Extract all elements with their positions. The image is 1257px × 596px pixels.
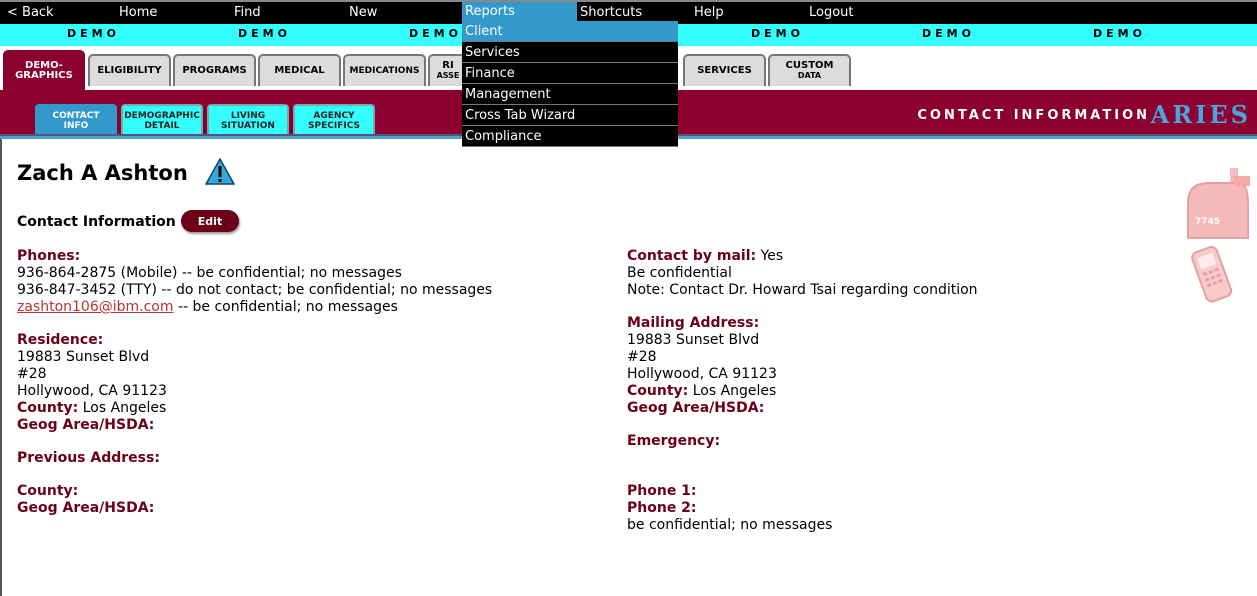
subtab-label: DETAIL	[144, 120, 180, 131]
mailbox-number: 7745	[1195, 217, 1220, 227]
subtab-label: AGENCY	[313, 110, 355, 121]
tab-services[interactable]: SERVICES	[683, 54, 766, 86]
residence-line-3: Hollywood, CA 91123	[17, 383, 167, 399]
email-row: zashton106@ibm.com -- be confidential; n…	[17, 299, 492, 316]
subtab-label: SPECIFICS	[308, 120, 360, 131]
contact-information-label: Contact Information	[17, 214, 176, 230]
dropdown-item-management[interactable]: Management	[462, 84, 678, 105]
tab-label: CUSTOM	[785, 60, 834, 71]
dropdown-item-compliance[interactable]: Compliance	[462, 126, 678, 147]
tab-medical[interactable]: MEDICAL	[258, 54, 341, 86]
subtab-demographic-detail[interactable]: DEMOGRAPHIC DETAIL	[121, 104, 203, 135]
new-link[interactable]: New	[349, 5, 377, 20]
tab-label: MEDICAL	[274, 65, 325, 76]
mailing-county-label: County:	[627, 383, 689, 399]
previous-county-label: County:	[17, 483, 79, 499]
mailing-line-1: 19883 Sunset Blvd	[627, 332, 760, 348]
reports-dropdown: Client Services Finance Management Cross…	[462, 21, 678, 147]
tab-label: GRAPHICS	[15, 70, 73, 81]
reports-menu[interactable]: Reports	[462, 2, 577, 23]
tab-label: MEDICATIONS	[349, 66, 420, 76]
emergency-label: Emergency:	[627, 433, 721, 449]
aries-logo: ARIES	[1150, 100, 1251, 129]
back-link[interactable]: < Back	[7, 5, 54, 20]
logout-link[interactable]: Logout	[809, 5, 854, 20]
dropdown-item-finance[interactable]: Finance	[462, 63, 678, 84]
demo-label: DEMO	[1093, 27, 1146, 40]
residence-line-1: 19883 Sunset Blvd	[17, 349, 150, 365]
emergency-phone-1-label: Phone 1:	[627, 483, 697, 499]
tab-label: RI	[442, 60, 454, 71]
help-link[interactable]: Help	[694, 5, 724, 20]
tab-label: SERVICES	[697, 65, 752, 76]
tab-label: PROGRAMS	[182, 65, 247, 76]
phones-label: Phones:	[17, 248, 81, 264]
mailing-county-row: County: Los Angeles	[627, 383, 978, 400]
mailing-geog-label: Geog Area/HSDA:	[627, 400, 765, 416]
demo-label: DEMO	[751, 27, 804, 40]
county-row: County: Los Angeles	[17, 400, 492, 417]
geog-label: Geog Area/HSDA:	[17, 417, 155, 433]
tab-demographics[interactable]: DEMO- GRAPHICS	[3, 50, 85, 90]
tab-programs[interactable]: PROGRAMS	[173, 54, 256, 86]
subtab-label: CONTACT	[52, 110, 100, 121]
dropdown-item-client[interactable]: Client	[462, 21, 678, 42]
demo-label: DEMO	[238, 27, 291, 40]
demo-label: DEMO	[922, 27, 975, 40]
dropdown-item-cross-tab-wizard[interactable]: Cross Tab Wizard	[462, 105, 678, 126]
contact-by-mail-row: Contact by mail: Yes	[627, 248, 978, 265]
previous-geog-label: Geog Area/HSDA:	[17, 500, 155, 516]
tab-label: DATA	[797, 71, 822, 80]
residence-label: Residence:	[17, 332, 104, 348]
subtab-agency-specifics[interactable]: AGENCY SPECIFICS	[293, 104, 375, 135]
subtab-label: SITUATION	[221, 120, 275, 131]
tab-eligibility[interactable]: ELIGIBILITY	[88, 54, 171, 86]
client-name: Zach A Ashton	[17, 161, 188, 185]
emergency-phone-2-label: Phone 2:	[627, 500, 697, 516]
mailing-line-2: #28	[627, 349, 657, 365]
demo-label: DEMO	[67, 27, 120, 40]
phone-2: 936-847-3452 (TTY) -- do not contact; be…	[17, 282, 493, 298]
home-link[interactable]: Home	[119, 5, 157, 20]
tab-label: ELIGIBILITY	[97, 65, 162, 76]
mailing-county-value: Los Angeles	[688, 383, 777, 399]
find-link[interactable]: Find	[234, 5, 261, 20]
section-title: CONTACT INFORMATION	[917, 108, 1150, 123]
email-note: -- be confidential; no messages	[173, 299, 398, 315]
subtab-label: DEMOGRAPHIC	[124, 110, 200, 121]
left-contact-column: Phones: 936-864-2875 (Mobile) -- be conf…	[17, 248, 492, 517]
county-value: Los Angeles	[78, 400, 167, 416]
email-link[interactable]: zashton106@ibm.com	[17, 299, 174, 315]
subtab-contact-info[interactable]: CONTACT INFO	[35, 104, 117, 135]
subtab-label: INFO	[63, 120, 89, 131]
edit-button[interactable]: Edit	[181, 210, 239, 232]
right-contact-column: Contact by mail: Yes Be confidential Not…	[627, 248, 978, 534]
contact-note: Note: Contact Dr. Howard Tsai regarding …	[627, 282, 978, 298]
reports-label: Reports	[465, 4, 515, 19]
contact-by-mail-value: Yes	[756, 248, 784, 264]
mailing-address-label: Mailing Address:	[627, 315, 760, 331]
phone-1: 936-864-2875 (Mobile) -- be confidential…	[17, 265, 402, 281]
tab-medications[interactable]: MEDICATIONS	[343, 54, 426, 86]
residence-line-2: #28	[17, 366, 47, 382]
tab-custom-data[interactable]: CUSTOM DATA	[768, 54, 851, 86]
contact-by-mail-label: Contact by mail:	[627, 248, 757, 264]
dropdown-item-services[interactable]: Services	[462, 42, 678, 63]
mailbox-phone-icon: 7745	[1168, 158, 1254, 318]
previous-address-label: Previous Address:	[17, 450, 160, 466]
county-label: County:	[17, 400, 79, 416]
tab-label: ASSE	[436, 71, 460, 80]
mailing-line-3: Hollywood, CA 91123	[627, 366, 777, 382]
shortcuts-link[interactable]: Shortcuts	[580, 5, 642, 20]
warning-icon[interactable]	[204, 157, 236, 189]
subtab-label: LIVING	[230, 110, 266, 121]
confidential-text: Be confidential	[627, 265, 732, 281]
subtab-living-situation[interactable]: LIVING SITUATION	[207, 104, 289, 135]
demo-label: DEMO	[409, 27, 462, 40]
emergency-phone-2-note: be confidential; no messages	[627, 517, 833, 533]
